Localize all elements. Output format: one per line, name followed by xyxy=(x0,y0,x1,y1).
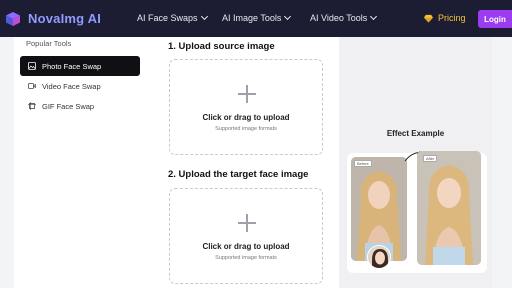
pricing-label: Pricing xyxy=(438,13,466,23)
nav-ai-image-tools[interactable]: AI Image Tools xyxy=(222,12,292,23)
sidebar-item-photo-face-swap[interactable]: Photo Face Swap xyxy=(20,56,140,76)
sidebar-heading: Popular Tools xyxy=(26,39,72,48)
image-icon xyxy=(28,62,36,70)
nav-label: AI Video Tools xyxy=(310,13,368,23)
sidebar-item-gif-face-swap[interactable]: GIF Face Swap xyxy=(20,96,140,116)
face-image xyxy=(368,246,390,268)
source-upload-title: 1. Upload source image xyxy=(168,41,275,52)
target-upload-dropzone[interactable]: Click or drag to upload Supported image … xyxy=(169,188,323,284)
portrait-image xyxy=(417,151,481,265)
upload-panel: 1. Upload source image Click or drag to … xyxy=(154,37,339,288)
page-right-margin xyxy=(492,37,512,288)
after-tag: After xyxy=(423,155,438,162)
after-photo: After xyxy=(417,151,481,265)
before-tag: Before xyxy=(354,160,372,167)
chevron-down-icon xyxy=(284,12,292,20)
nav-ai-video-tools[interactable]: AI Video Tools xyxy=(310,12,378,23)
effect-example-panel: Effect Example Before After xyxy=(339,37,492,288)
chevron-down-icon xyxy=(200,12,208,20)
chevron-down-icon xyxy=(370,12,378,20)
pricing-link[interactable]: Pricing xyxy=(424,13,466,23)
sidebar-item-label: GIF Face Swap xyxy=(42,101,95,111)
cube-logo-icon xyxy=(6,11,20,26)
upload-hint: Supported image formats xyxy=(215,126,277,132)
face-avatar xyxy=(367,245,391,269)
sidebar-item-video-face-swap[interactable]: Video Face Swap xyxy=(20,76,140,96)
nav-label: AI Image Tools xyxy=(222,13,282,23)
brand-logo[interactable]: NovaImg AI xyxy=(6,11,101,26)
source-upload-dropzone[interactable]: Click or drag to upload Supported image … xyxy=(169,59,323,155)
nav-ai-face-swaps[interactable]: AI Face Swaps xyxy=(137,12,208,23)
video-icon xyxy=(28,83,36,89)
diamond-icon xyxy=(424,14,433,23)
target-upload-title: 2. Upload the target face image xyxy=(168,169,309,180)
plus-icon xyxy=(238,214,256,232)
nav-label: AI Face Swaps xyxy=(137,13,198,23)
sidebar-item-label: Video Face Swap xyxy=(42,81,101,91)
login-button[interactable]: Login xyxy=(478,10,512,28)
plus-icon xyxy=(238,85,256,103)
top-navigation-bar: NovaImg AI AI Face Swaps AI Image Tools … xyxy=(0,0,512,37)
effect-example-card: Before After xyxy=(347,151,487,273)
sidebar-item-label: Photo Face Swap xyxy=(42,61,102,71)
upload-hint: Supported image formats xyxy=(215,255,277,261)
brand-name: NovaImg AI xyxy=(28,11,102,26)
tools-sidebar: Popular Tools Photo Face Swap Video Face… xyxy=(14,37,154,288)
gif-icon xyxy=(28,102,36,110)
upload-cta: Click or drag to upload xyxy=(202,113,290,122)
upload-cta: Click or drag to upload xyxy=(202,242,290,251)
effect-example-title: Effect Example xyxy=(386,129,445,138)
